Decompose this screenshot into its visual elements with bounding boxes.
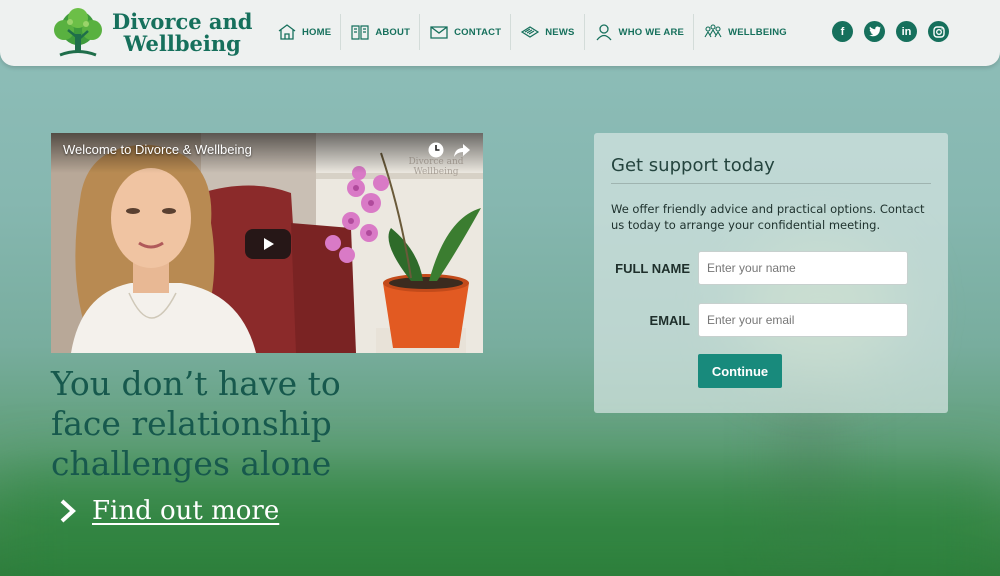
envelope-icon — [430, 26, 448, 39]
play-icon — [264, 238, 274, 250]
watermark-line2: Wellbeing — [413, 167, 459, 177]
form-title: Get support today — [611, 155, 775, 176]
watermark-line1: Divorce and — [408, 157, 464, 167]
book-icon — [351, 25, 369, 40]
nav-item-home[interactable]: HOME — [268, 14, 342, 50]
instagram-icon[interactable] — [928, 21, 949, 42]
brand-name-line2: Wellbeing — [123, 31, 241, 56]
video-title[interactable]: Welcome to Divorce & Wellbeing — [63, 142, 252, 157]
site-header: Divorce and Wellbeing HOME ABOUT CONTACT — [0, 0, 1000, 66]
tree-icon — [54, 8, 102, 57]
nav-label: WELLBEING — [728, 26, 787, 38]
main-nav: HOME ABOUT CONTACT NEWS WHO WE ARE WELLB… — [268, 14, 796, 50]
facebook-icon[interactable]: f — [832, 21, 853, 42]
find-out-more-label: Find out more — [92, 496, 280, 526]
instagram-camera-glyph — [932, 25, 945, 38]
support-form-panel: Get support today We offer friendly advi… — [594, 133, 948, 413]
home-icon — [278, 24, 296, 40]
twitter-icon[interactable] — [864, 21, 885, 42]
people-icon — [704, 24, 722, 38]
newspaper-icon — [521, 26, 540, 38]
play-button[interactable] — [245, 229, 291, 259]
nav-label: ABOUT — [375, 26, 411, 38]
nav-label: CONTACT — [454, 26, 502, 38]
nav-item-who-we-are[interactable]: WHO WE ARE — [585, 14, 695, 50]
continue-button[interactable]: Continue — [698, 354, 782, 388]
full-name-input[interactable] — [698, 251, 908, 285]
nav-label: NEWS — [545, 26, 575, 38]
chevron-right-icon — [60, 499, 76, 523]
form-divider — [611, 183, 931, 184]
email-label: EMAIL — [649, 313, 690, 328]
video-player[interactable]: Welcome to Divorce & Wellbeing Divorce a… — [51, 133, 483, 353]
logo-text: Divorce and Wellbeing — [112, 11, 252, 55]
nav-label: WHO WE ARE — [618, 26, 685, 38]
form-description: We offer friendly advice and practical o… — [611, 202, 925, 232]
person-icon — [596, 24, 612, 41]
video-watermark: Divorce and Wellbeing — [396, 157, 476, 177]
social-links: f in — [832, 21, 960, 42]
twitter-bird-glyph — [868, 26, 881, 37]
linkedin-icon[interactable]: in — [896, 21, 917, 42]
find-out-more-link[interactable]: Find out more — [58, 496, 279, 526]
full-name-label: FULL NAME — [615, 261, 690, 276]
nav-item-wellbeing[interactable]: WELLBEING — [694, 14, 796, 50]
nav-item-contact[interactable]: CONTACT — [420, 14, 512, 50]
email-input[interactable] — [698, 303, 908, 337]
logo[interactable]: Divorce and Wellbeing — [50, 6, 252, 60]
nav-item-about[interactable]: ABOUT — [341, 14, 421, 50]
nav-item-news[interactable]: NEWS — [511, 14, 585, 50]
brand-name-line1: Divorce and — [112, 9, 253, 34]
hero-headline: You don’t have to face relationship chal… — [51, 364, 341, 483]
nav-label: HOME — [302, 26, 332, 38]
